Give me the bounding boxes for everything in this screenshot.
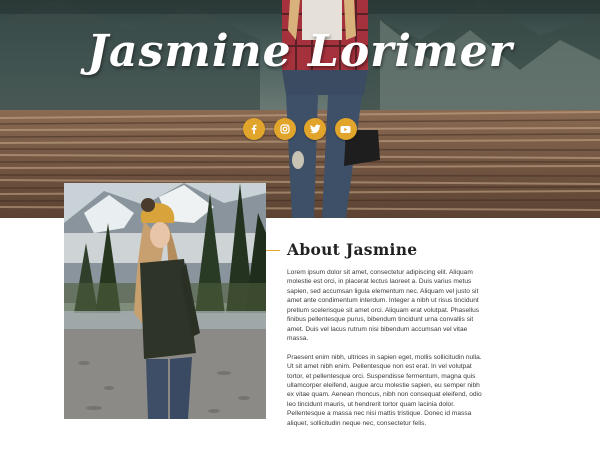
twitter-button[interactable]: [304, 118, 327, 140]
instagram-button[interactable]: [273, 118, 296, 140]
about-section: About Jasmine Lorem ipsum dolor sit amet…: [287, 240, 485, 437]
social-links: [243, 118, 357, 140]
about-heading: About Jasmine: [287, 240, 418, 259]
twitter-icon: [309, 124, 321, 134]
portrait-photo: [64, 183, 266, 419]
youtube-button[interactable]: [334, 118, 357, 140]
facebook-button[interactable]: [243, 118, 265, 140]
facebook-icon: [251, 124, 257, 134]
section-connector-line: [266, 250, 280, 251]
site-title: Jasmine Lorimer: [87, 26, 513, 77]
instagram-icon: [280, 124, 290, 134]
about-paragraph-1: Lorem ipsum dolor sit amet, consectetur …: [287, 269, 480, 343]
about-paragraph-2: Praesent enim nibh, ultrices in sapien e…: [287, 353, 482, 427]
youtube-icon: [340, 125, 351, 133]
